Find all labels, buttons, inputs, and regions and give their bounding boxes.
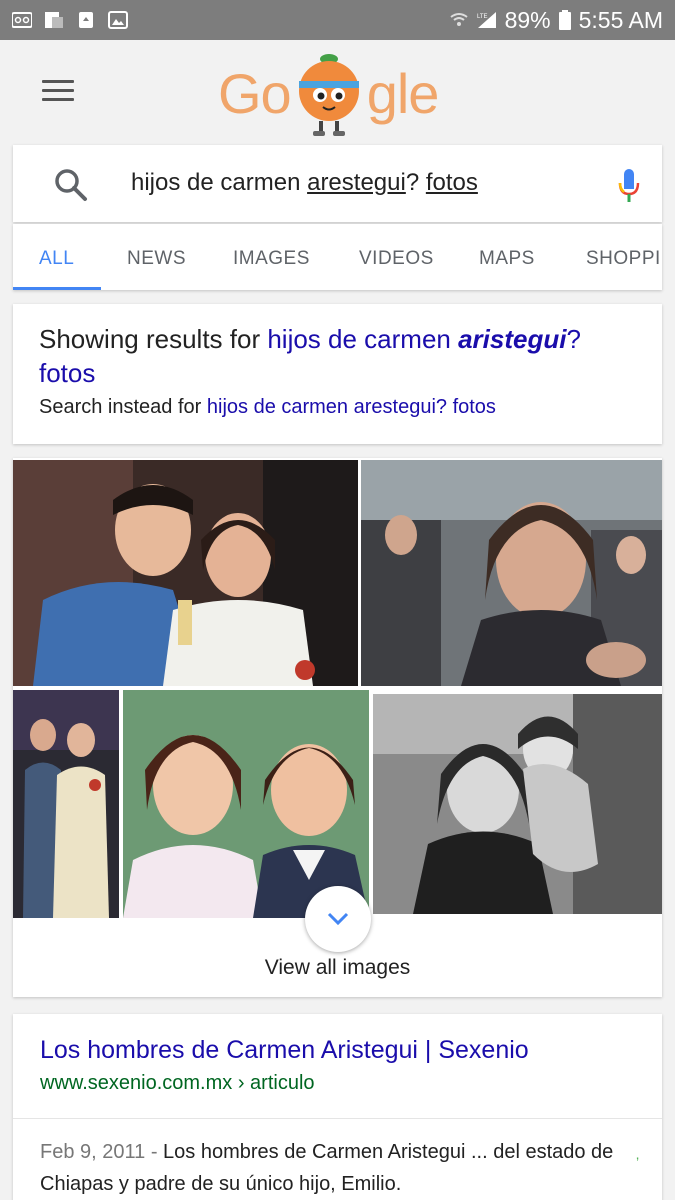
tab-videos[interactable]: VIDEOS <box>359 248 434 270</box>
search-tabs: ALL NEWS IMAGES VIDEOS MAPS SHOPPI <box>13 224 662 290</box>
spelling-correction-card: Showing results for hijos de carmen aris… <box>13 304 662 444</box>
logo-text-left: Go <box>218 61 292 125</box>
signal-icon: LTE <box>477 12 496 28</box>
tab-all[interactable]: ALL <box>39 248 74 270</box>
image-thumbnail-5[interactable] <box>373 694 662 914</box>
active-tab-indicator <box>13 287 101 290</box>
search-box[interactable]: hijos de carmen arestegui? fotos <box>13 145 662 222</box>
image-notification-icon <box>108 11 128 29</box>
status-bar: LTE 89% 5:55 AM <box>0 0 675 40</box>
search-query[interactable]: hijos de carmen arestegui? fotos <box>131 169 478 197</box>
image-thumbnail-1[interactable] <box>13 460 358 686</box>
image-thumbnail-2[interactable] <box>361 460 662 686</box>
battery-icon <box>558 10 571 30</box>
result-tick-mark: ’ <box>636 1154 640 1170</box>
expand-images-button[interactable] <box>305 886 371 952</box>
divider <box>13 1118 662 1119</box>
search-icon[interactable] <box>53 167 89 203</box>
search-result: Los hombres de Carmen Aristegui | Sexeni… <box>13 1014 662 1200</box>
microphone-icon[interactable] <box>616 167 642 205</box>
menu-icon[interactable] <box>42 80 74 104</box>
news-app-icon <box>45 12 63 28</box>
original-query-link[interactable]: hijos de carmen arestegui? fotos <box>207 396 496 418</box>
voicemail-icon <box>12 12 32 28</box>
battery-percent: 89% <box>504 6 551 33</box>
showing-results-line: Showing results for hijos de carmen aris… <box>39 324 581 388</box>
result-url: www.sexenio.com.mx › articulo <box>40 1072 315 1094</box>
result-title-link[interactable]: Los hombres de Carmen Aristegui | Sexeni… <box>40 1036 529 1065</box>
wifi-icon <box>449 13 468 26</box>
search-instead-line: Search instead for hijos de carmen arest… <box>39 396 496 418</box>
result-date: Feb 9, 2011 <box>40 1141 146 1163</box>
orange-doodle-icon <box>293 47 365 139</box>
result-snippet: Feb 9, 2011 - Los hombres de Carmen Aris… <box>40 1141 614 1195</box>
header: Go gle <box>0 40 675 145</box>
image-results-card: View all images <box>13 458 662 997</box>
misspelled-word: arestegui <box>307 169 406 196</box>
chevron-down-icon <box>327 912 349 926</box>
view-all-images-link[interactable]: View all images <box>13 956 662 980</box>
clock-time: 5:55 AM <box>578 6 663 33</box>
image-thumbnail-4[interactable] <box>123 690 369 918</box>
google-doodle-logo[interactable]: Go gle <box>218 48 458 138</box>
tab-shopping[interactable]: SHOPPI <box>586 248 661 270</box>
recycle-icon <box>79 12 93 28</box>
tab-maps[interactable]: MAPS <box>479 248 535 270</box>
tab-news[interactable]: NEWS <box>127 248 186 270</box>
misspelled-word: fotos <box>425 169 478 196</box>
image-thumbnail-3[interactable] <box>13 690 119 918</box>
svg-text:LTE: LTE <box>477 14 488 20</box>
logo-text-right: gle <box>366 61 440 125</box>
tab-images[interactable]: IMAGES <box>233 248 310 270</box>
